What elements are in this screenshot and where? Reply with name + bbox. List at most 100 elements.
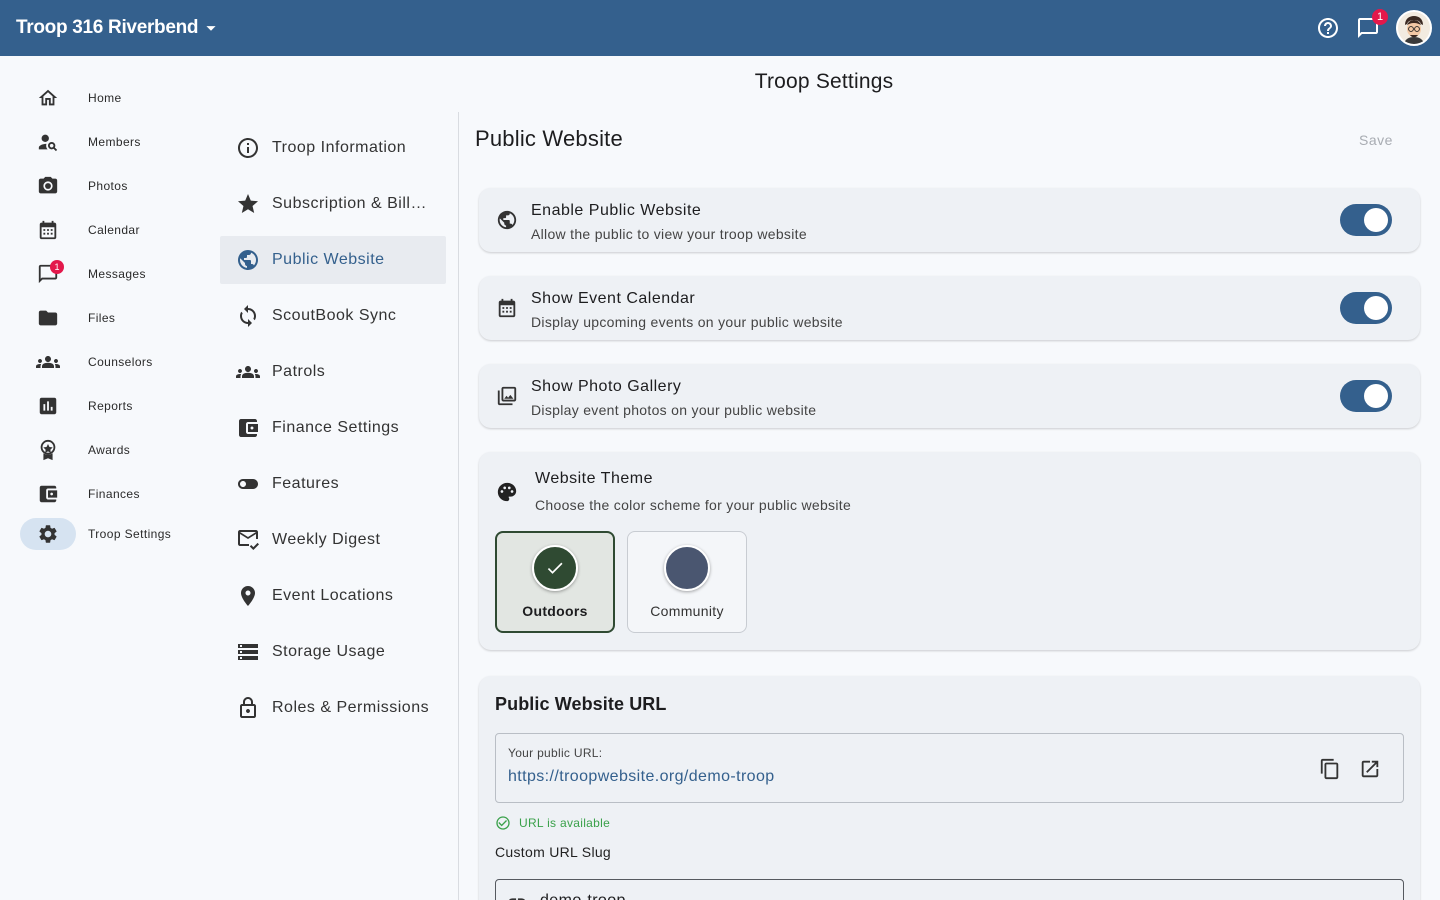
url-box-label: Your public URL:: [508, 746, 603, 760]
nav-item-counselors[interactable]: Counselors: [20, 346, 200, 378]
theme-option-outdoors[interactable]: Outdoors: [495, 531, 615, 633]
nav-label: Files: [88, 311, 116, 325]
settings-item-finance-settings[interactable]: Finance Settings: [220, 404, 446, 452]
sync-icon: [236, 304, 260, 328]
notification-badge: 1: [1372, 9, 1388, 25]
settings-item-troop-information[interactable]: Troop Information: [220, 124, 446, 172]
show-event-calendar-switch[interactable]: [1340, 292, 1392, 324]
theme-label: Outdoors: [522, 603, 588, 619]
nav-label: Reports: [88, 399, 133, 413]
theme-title: Website Theme: [535, 470, 653, 487]
nav-item-files[interactable]: Files: [20, 302, 200, 334]
nav-item-calendar[interactable]: Calendar: [20, 214, 200, 246]
bar-chart-icon: [37, 395, 59, 417]
nav-icon-wrap: [20, 126, 76, 158]
settings-item-label: Event Locations: [272, 587, 394, 604]
link-icon: [506, 892, 528, 900]
open-url-button[interactable]: [1354, 753, 1386, 785]
notification-badge: 1: [50, 260, 64, 274]
nav-icon-wrap: [20, 434, 76, 466]
location-pin-icon: [236, 584, 260, 608]
public-url-card: Public Website URL Your public URL: http…: [479, 676, 1420, 900]
nav-item-finances[interactable]: Finances: [20, 478, 200, 510]
nav-icon-wrap: [20, 302, 76, 334]
gear-icon: [37, 523, 59, 545]
help-button[interactable]: [1308, 8, 1348, 48]
settings-item-label: ScoutBook Sync: [272, 307, 397, 324]
settings-item-weekly-digest[interactable]: Weekly Digest: [220, 516, 446, 564]
settings-item-label: Subscription & Billing: [272, 195, 430, 212]
website-theme-card: Website Theme Choose the color scheme fo…: [479, 452, 1420, 650]
nav-item-messages[interactable]: 1 Messages: [20, 258, 200, 290]
settings-item-storage-usage[interactable]: Storage Usage: [220, 628, 446, 676]
settings-item-public-website[interactable]: Public Website: [220, 236, 446, 284]
settings-item-label: Features: [272, 475, 340, 492]
wallet-icon: [236, 416, 260, 440]
custom-slug-input[interactable]: demo-troop: [495, 879, 1404, 900]
show-photo-gallery-switch[interactable]: [1340, 380, 1392, 412]
theme-swatch-community: [664, 545, 710, 591]
switch-knob: [1364, 208, 1388, 232]
nav-label: Members: [88, 135, 141, 149]
settings-item-label: Troop Information: [272, 139, 407, 156]
settings-item-label: Patrols: [272, 363, 326, 380]
nav-label: Photos: [88, 179, 128, 193]
groups-icon: [36, 350, 60, 374]
messages-button[interactable]: 1: [1348, 8, 1388, 48]
info-icon: [236, 136, 260, 160]
slug-value: demo-troop: [540, 892, 626, 900]
enable-public-website-switch[interactable]: [1340, 204, 1392, 236]
copy-icon: [1319, 758, 1341, 780]
star-icon: [236, 192, 260, 216]
home-icon: [37, 87, 59, 109]
nav-item-members[interactable]: Members: [20, 126, 200, 158]
enable-public-website-card: Enable Public Website Allow the public t…: [479, 188, 1420, 252]
toggle-title: Show Event Calendar: [531, 290, 696, 307]
calendar-icon: [495, 296, 519, 320]
troop-switcher[interactable]: Troop 316 Riverbend: [16, 17, 222, 39]
save-button[interactable]: Save: [1340, 126, 1412, 154]
top-app-bar: Troop 316 Riverbend: [0, 0, 1440, 56]
groups-icon: [236, 360, 260, 384]
check-circle-icon: [495, 815, 511, 831]
vertical-divider: [458, 112, 459, 900]
settings-item-label: Finance Settings: [272, 419, 400, 436]
settings-item-event-locations[interactable]: Event Locations: [220, 572, 446, 620]
nav-label: Finances: [88, 487, 140, 501]
globe-icon: [236, 248, 260, 272]
nav-item-reports[interactable]: Reports: [20, 390, 200, 422]
toggle-subtitle: Allow the public to view your troop webs…: [531, 226, 807, 242]
theme-swatch-outdoors: [532, 545, 578, 591]
lock-icon: [236, 696, 260, 720]
check-icon: [545, 558, 565, 578]
theme-option-community[interactable]: Community: [627, 531, 747, 633]
copy-url-button[interactable]: [1314, 753, 1346, 785]
person-search-icon: [37, 131, 59, 153]
avatar[interactable]: [1396, 10, 1432, 46]
slug-label: Custom URL Slug: [495, 844, 612, 860]
storage-icon: [236, 640, 260, 664]
nav-item-home[interactable]: Home: [20, 82, 200, 114]
award-icon: [37, 439, 59, 461]
settings-item-roles-permissions[interactable]: Roles & Permissions: [220, 684, 446, 732]
nav-label: Counselors: [88, 355, 153, 369]
public-url-link[interactable]: https://troopwebsite.org/demo-troop: [508, 768, 775, 786]
settings-item-scoutbook-sync[interactable]: ScoutBook Sync: [220, 292, 446, 340]
public-url-box: Your public URL: https://troopwebsite.or…: [495, 733, 1404, 803]
nav-item-photos[interactable]: Photos: [20, 170, 200, 202]
switch-knob: [1364, 296, 1388, 320]
nav-item-awards[interactable]: Awards: [20, 434, 200, 466]
folder-icon: [37, 307, 59, 329]
page-title: Troop Settings: [754, 70, 894, 93]
calendar-icon: [37, 219, 59, 241]
mail-check-icon: [236, 528, 260, 552]
nav-item-troop-settings[interactable]: Troop Settings: [20, 518, 200, 550]
caret-down-icon: [198, 17, 222, 39]
show-event-calendar-card: Show Event Calendar Display upcoming eve…: [479, 276, 1420, 340]
wallet-icon: [37, 483, 59, 505]
settings-item-subscription[interactable]: Subscription & Billing: [220, 180, 446, 228]
nav-icon-wrap: [20, 390, 76, 422]
settings-item-features[interactable]: Features: [220, 460, 446, 508]
settings-item-label: Weekly Digest: [272, 531, 381, 548]
settings-item-patrols[interactable]: Patrols: [220, 348, 446, 396]
